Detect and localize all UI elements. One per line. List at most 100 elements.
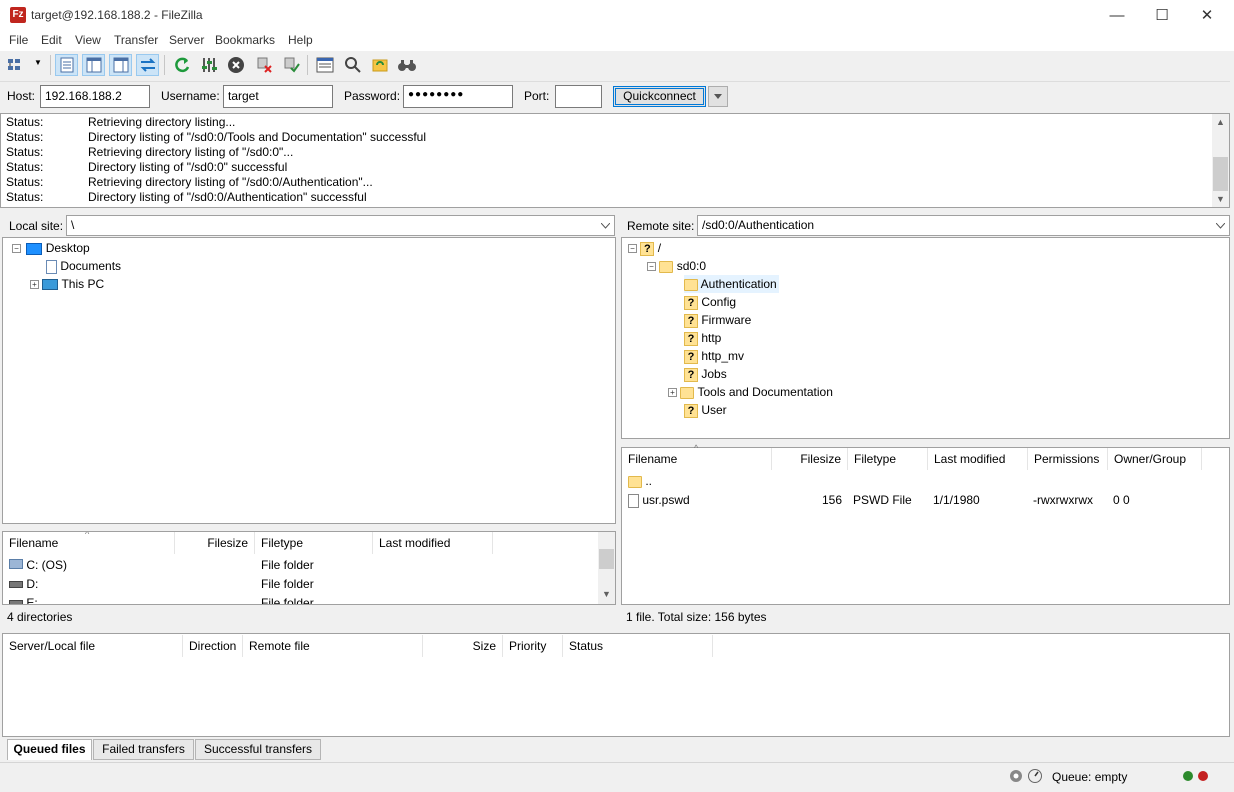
expand-icon[interactable]: + xyxy=(30,280,39,290)
tab-queued-files[interactable]: Queued files xyxy=(7,739,92,760)
message-log[interactable]: Status: Retrieving directory listing... S… xyxy=(0,113,1230,208)
tree-item-http[interactable]: ? http xyxy=(684,329,721,347)
folder-icon xyxy=(680,386,695,399)
menu-help[interactable]: Help xyxy=(288,33,313,47)
column-filetype[interactable]: Filetype xyxy=(848,448,928,470)
tab-successful-transfers[interactable]: Successful transfers xyxy=(195,739,321,760)
tree-item-firmware[interactable]: ? Firmware xyxy=(684,311,751,329)
remote-site-path: /sd0:0/Authentication xyxy=(702,218,815,232)
chevron-down-icon[interactable] xyxy=(601,223,610,229)
toggle-log-icon[interactable] xyxy=(55,54,78,76)
password-input[interactable]: ●●●●●●●● xyxy=(403,85,513,108)
column-server-local-file[interactable]: Server/Local file xyxy=(3,635,183,657)
refresh-icon[interactable] xyxy=(170,54,193,76)
tree-item-sd0[interactable]: − sd0:0 xyxy=(647,257,706,275)
list-item-parent[interactable]: .. xyxy=(628,474,652,488)
disconnect-icon[interactable] xyxy=(252,54,275,76)
column-permissions[interactable]: Permissions xyxy=(1028,448,1108,470)
menu-server[interactable]: Server xyxy=(169,33,204,47)
collapse-icon[interactable]: − xyxy=(628,244,637,254)
remote-directory-tree[interactable]: − ? / − sd0:0 Authentication ? Config ? … xyxy=(621,237,1230,439)
reconnect-icon[interactable] xyxy=(279,54,302,76)
unknown-folder-icon: ? xyxy=(684,367,698,382)
menu-view[interactable]: View xyxy=(75,33,101,47)
directory-comparison-icon[interactable] xyxy=(341,54,364,76)
column-filetype[interactable]: Filetype xyxy=(255,532,373,554)
log-scrollbar-thumb[interactable] xyxy=(1213,157,1228,191)
list-item[interactable]: D: xyxy=(9,577,38,591)
column-last-modified[interactable]: Last modified xyxy=(928,448,1028,470)
tree-item-root[interactable]: − ? / xyxy=(628,239,661,257)
toggle-local-tree-icon[interactable] xyxy=(82,54,105,76)
tree-item-documents[interactable]: Documents xyxy=(46,257,121,275)
column-direction[interactable]: Direction xyxy=(183,635,243,657)
tab-failed-transfers[interactable]: Failed transfers xyxy=(93,739,194,760)
collapse-icon[interactable]: − xyxy=(12,244,21,254)
log-row: Status: Directory listing of "/sd0:0" suc… xyxy=(6,160,288,174)
password-label: Password: xyxy=(344,89,401,103)
scroll-up-icon[interactable]: ▲ xyxy=(1216,117,1225,127)
log-scrollbar[interactable]: ▲ ▼ xyxy=(1212,114,1229,207)
quickconnect-button[interactable]: Quickconnect xyxy=(613,86,706,107)
remote-file-list[interactable]: Filename Filesize Filetype Last modified… xyxy=(621,443,1230,605)
transfer-queue[interactable]: Server/Local file Direction Remote file … xyxy=(2,633,1230,737)
scrollbar-thumb[interactable] xyxy=(599,549,614,569)
expand-icon[interactable]: + xyxy=(668,388,677,398)
cancel-operation-icon[interactable] xyxy=(224,54,247,76)
search-remote-files-icon[interactable] xyxy=(395,54,418,76)
tree-item-user[interactable]: ? User xyxy=(684,401,727,419)
process-queue-icon[interactable] xyxy=(197,54,220,76)
column-filesize[interactable]: Filesize xyxy=(175,532,255,554)
minimize-button[interactable]: — xyxy=(1094,0,1140,31)
toggle-transfer-queue-icon[interactable] xyxy=(136,54,159,76)
scroll-down-icon[interactable]: ▼ xyxy=(602,589,611,599)
menu-edit[interactable]: Edit xyxy=(41,33,62,47)
speed-limit-icon[interactable] xyxy=(1027,768,1043,787)
tree-item-jobs[interactable]: ? Jobs xyxy=(684,365,727,383)
synchronized-browsing-icon[interactable] xyxy=(368,54,391,76)
tree-item-config[interactable]: ? Config xyxy=(684,293,736,311)
username-input[interactable]: target xyxy=(223,85,333,108)
site-manager-dropdown-icon[interactable]: ▼ xyxy=(34,58,42,67)
site-manager-icon[interactable] xyxy=(5,54,28,76)
column-owner-group[interactable]: Owner/Group xyxy=(1108,448,1202,470)
port-input[interactable] xyxy=(555,85,602,108)
column-status[interactable]: Status xyxy=(563,635,713,657)
remote-site-path-combo[interactable]: /sd0:0/Authentication xyxy=(697,215,1230,236)
maximize-button[interactable]: ☐ xyxy=(1139,0,1185,31)
menu-transfer[interactable]: Transfer xyxy=(114,33,158,47)
list-item[interactable]: E: xyxy=(9,596,38,604)
column-priority[interactable]: Priority xyxy=(503,635,563,657)
tree-item-desktop[interactable]: − Desktop xyxy=(12,239,90,257)
close-window-button[interactable]: ✕ xyxy=(1184,0,1230,31)
documents-icon xyxy=(46,259,57,274)
settings-gear-icon[interactable] xyxy=(1008,768,1024,787)
collapse-icon[interactable]: − xyxy=(647,262,656,272)
unknown-folder-icon: ? xyxy=(684,313,698,328)
local-site-path-combo[interactable]: \ xyxy=(66,215,615,236)
quickconnect-history-dropdown[interactable] xyxy=(708,86,728,107)
tree-item-authentication[interactable]: Authentication xyxy=(684,275,779,293)
host-input[interactable]: 192.168.188.2 xyxy=(40,85,150,108)
menu-bookmarks[interactable]: Bookmarks xyxy=(215,33,275,47)
toggle-remote-tree-icon[interactable] xyxy=(109,54,132,76)
column-size[interactable]: Size xyxy=(423,635,503,657)
directory-listing-filters-icon[interactable] xyxy=(313,54,336,76)
column-remote-file[interactable]: Remote file xyxy=(243,635,423,657)
local-site-label: Local site: xyxy=(9,219,64,233)
list-item[interactable]: usr.pswd xyxy=(628,493,690,508)
chevron-down-icon[interactable] xyxy=(1216,223,1225,229)
local-file-list[interactable]: Filename Filesize Filetype Last modified… xyxy=(2,531,616,605)
scroll-down-icon[interactable]: ▼ xyxy=(1216,194,1225,204)
column-filesize[interactable]: Filesize xyxy=(772,448,848,470)
local-directory-tree[interactable]: − Desktop Documents + This PC xyxy=(2,237,616,524)
tree-item-this-pc[interactable]: + This PC xyxy=(30,275,104,293)
menu-file[interactable]: File xyxy=(9,33,28,47)
column-last-modified[interactable]: Last modified xyxy=(373,532,493,554)
tree-item-http-mv[interactable]: ? http_mv xyxy=(684,347,744,365)
local-list-scrollbar[interactable]: ▼ xyxy=(598,532,615,604)
file-name: .. xyxy=(645,474,653,488)
port-label: Port: xyxy=(524,89,550,103)
tree-item-tools-and-documentation[interactable]: + Tools and Documentation xyxy=(668,383,833,401)
list-item[interactable]: C: (OS) xyxy=(9,558,67,572)
